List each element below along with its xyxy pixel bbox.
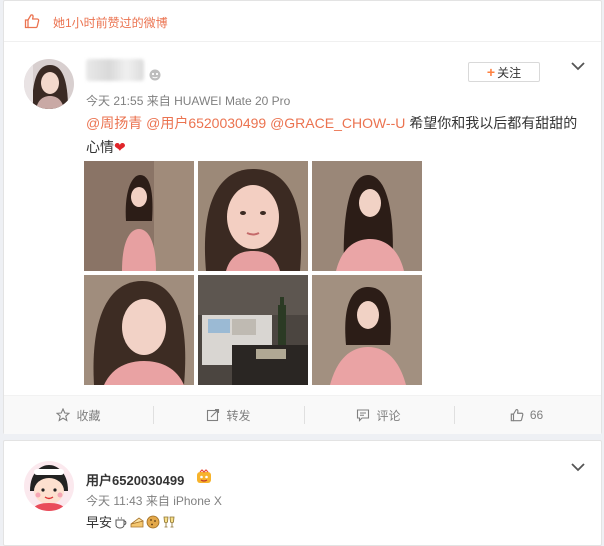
member-badge-icon [197, 469, 211, 483]
plus-icon: + [486, 64, 496, 80]
cookie-icon [146, 515, 160, 528]
feed-card-2: 用户6520030499 今天 11:43 来自 iPhone X 早安 [3, 440, 602, 546]
favorite-button[interactable]: 收藏 [4, 396, 153, 434]
liked-header-text: 她1小时前赞过的微博 [53, 16, 168, 30]
follow-label: 关注 [497, 65, 522, 80]
mention-link[interactable]: @用户6520030499 [146, 115, 266, 131]
cake-icon [130, 517, 144, 527]
thumbs-up-icon [510, 409, 524, 422]
source-prefix: 来自 [146, 94, 171, 108]
post-source[interactable]: iPhone X [173, 494, 222, 508]
post-text: 早安 [86, 512, 176, 531]
member-badge-icon [149, 69, 161, 81]
source-prefix: 来自 [145, 494, 170, 508]
post-image-4[interactable] [84, 275, 194, 385]
like-count: 66 [529, 408, 544, 422]
post-image-1[interactable] [84, 161, 194, 271]
post-image-5[interactable] [198, 275, 308, 385]
repost-label: 转发 [226, 408, 251, 423]
cheers-icon [163, 516, 175, 527]
comment-button[interactable]: 评论 [304, 396, 453, 434]
author-name[interactable]: 用户6520030499 [86, 470, 184, 489]
post-image-3[interactable] [312, 161, 422, 271]
post-meta: 今天 11:43 来自 iPhone X [86, 492, 222, 509]
post-body: 早安 [86, 515, 113, 530]
mention-link[interactable]: @GRACE_CHOW--U [270, 115, 405, 131]
thumbs-up-icon [24, 14, 40, 29]
feed-card-1: 她1小时前赞过的微博 + 关注 今天 21:55 来自 HUAWEI Mate … [3, 0, 602, 434]
post-meta: 今天 21:55 来自 HUAWEI Mate 20 Pro [86, 92, 290, 109]
follow-button[interactable]: + 关注 [468, 62, 540, 82]
post-time[interactable]: 今天 11:43 [86, 494, 142, 508]
author-avatar[interactable] [24, 461, 74, 511]
mention-link[interactable]: @周扬青 [86, 115, 142, 131]
author-avatar[interactable] [24, 59, 74, 109]
liked-header: 她1小时前赞过的微博 [4, 1, 601, 42]
coffee-icon [115, 516, 127, 529]
chevron-down-icon[interactable] [570, 461, 586, 473]
post-image-6[interactable] [312, 275, 422, 385]
action-bar: 收藏 转发 评论 66 [4, 395, 601, 434]
favorite-label: 收藏 [76, 408, 101, 423]
star-icon [56, 408, 71, 422]
post-image-2[interactable] [198, 161, 308, 271]
post-time[interactable]: 今天 21:55 [86, 94, 143, 108]
chevron-down-icon[interactable] [570, 60, 586, 72]
post-text: @周扬青 @用户6520030499 @GRACE_CHOW--U 希望你和我以… [86, 111, 586, 159]
repost-button[interactable]: 转发 [154, 396, 303, 434]
repost-icon [207, 408, 220, 422]
comment-icon [357, 409, 370, 422]
heart-icon: ❤ [114, 139, 126, 155]
author-name-blurred[interactable] [86, 59, 144, 81]
like-button[interactable]: 66 [452, 396, 601, 434]
post-source[interactable]: HUAWEI Mate 20 Pro [174, 94, 290, 108]
comment-label: 评论 [376, 408, 401, 423]
